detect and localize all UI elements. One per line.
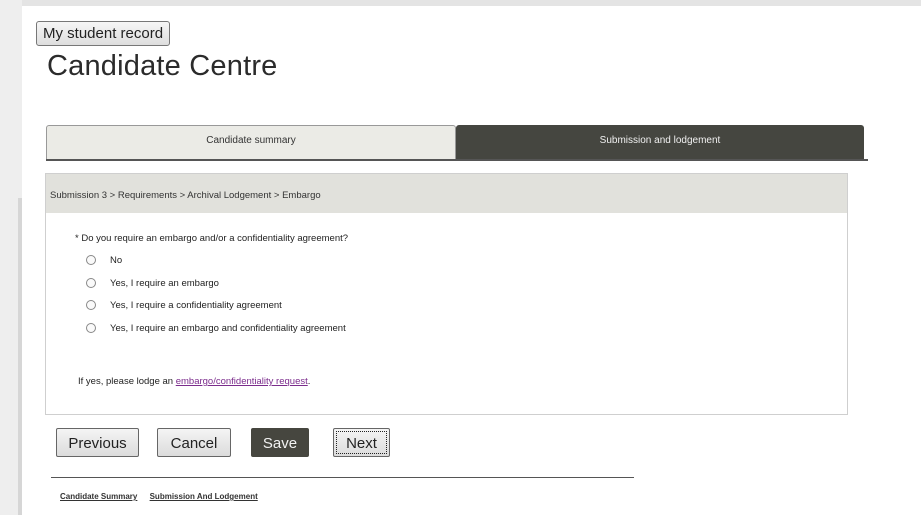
lodge-instruction: If yes, please lodge an embargo/confiden… (78, 376, 310, 387)
left-sidebar-shadow (18, 198, 22, 515)
option-embargo-and-confidentiality-label: Yes, I require an embargo and confidenti… (110, 322, 346, 334)
option-embargo[interactable]: Yes, I require an embargo (86, 276, 219, 290)
tab-bar-underline (46, 159, 868, 161)
footer-divider (51, 477, 634, 478)
option-no-label: No (110, 254, 123, 266)
option-embargo-and-confidentiality[interactable]: Yes, I require an embargo and confidenti… (86, 321, 346, 335)
left-sidebar-strip (0, 0, 22, 515)
embargo-request-link[interactable]: embargo/confidentiality request (176, 376, 308, 387)
page-title: Candidate Centre (47, 50, 278, 82)
my-student-record-button[interactable]: My student record (36, 21, 171, 46)
save-button[interactable]: Save (251, 428, 309, 457)
option-confidentiality-label: Yes, I require a confidentiality agreeme… (110, 299, 282, 311)
embargo-question: * Do you require an embargo and/or a con… (75, 233, 349, 244)
top-border (0, 0, 921, 6)
lodge-suffix: . (307, 376, 311, 387)
radio-no[interactable] (86, 255, 96, 265)
breadcrumb: Submission 3 > Requirements > Archival L… (46, 174, 847, 213)
footer-link-candidate-summary[interactable]: Candidate Summary (60, 492, 137, 501)
tab-candidate-summary[interactable]: Candidate summary (46, 125, 456, 159)
tab-submission-and-lodgement[interactable]: Submission and lodgement (456, 125, 864, 159)
radio-embargo-and-confidentiality[interactable] (86, 323, 96, 333)
lodge-prefix: If yes, please lodge an (78, 376, 174, 387)
radio-embargo[interactable] (86, 278, 96, 288)
next-button[interactable]: Next (333, 428, 390, 457)
footer-link-submission-and-lodgement[interactable]: Submission And Lodgement (150, 492, 258, 501)
option-no[interactable]: No (86, 253, 122, 267)
embargo-panel: Submission 3 > Requirements > Archival L… (45, 173, 848, 415)
tab-bar: Candidate summary Submission and lodgeme… (46, 125, 868, 161)
previous-button[interactable]: Previous (56, 428, 139, 457)
footer-links: Candidate Summary Submission And Lodgeme… (60, 492, 268, 501)
option-embargo-label: Yes, I require an embargo (110, 277, 219, 289)
option-confidentiality[interactable]: Yes, I require a confidentiality agreeme… (86, 298, 282, 312)
radio-confidentiality[interactable] (86, 300, 96, 310)
cancel-button[interactable]: Cancel (157, 428, 231, 457)
